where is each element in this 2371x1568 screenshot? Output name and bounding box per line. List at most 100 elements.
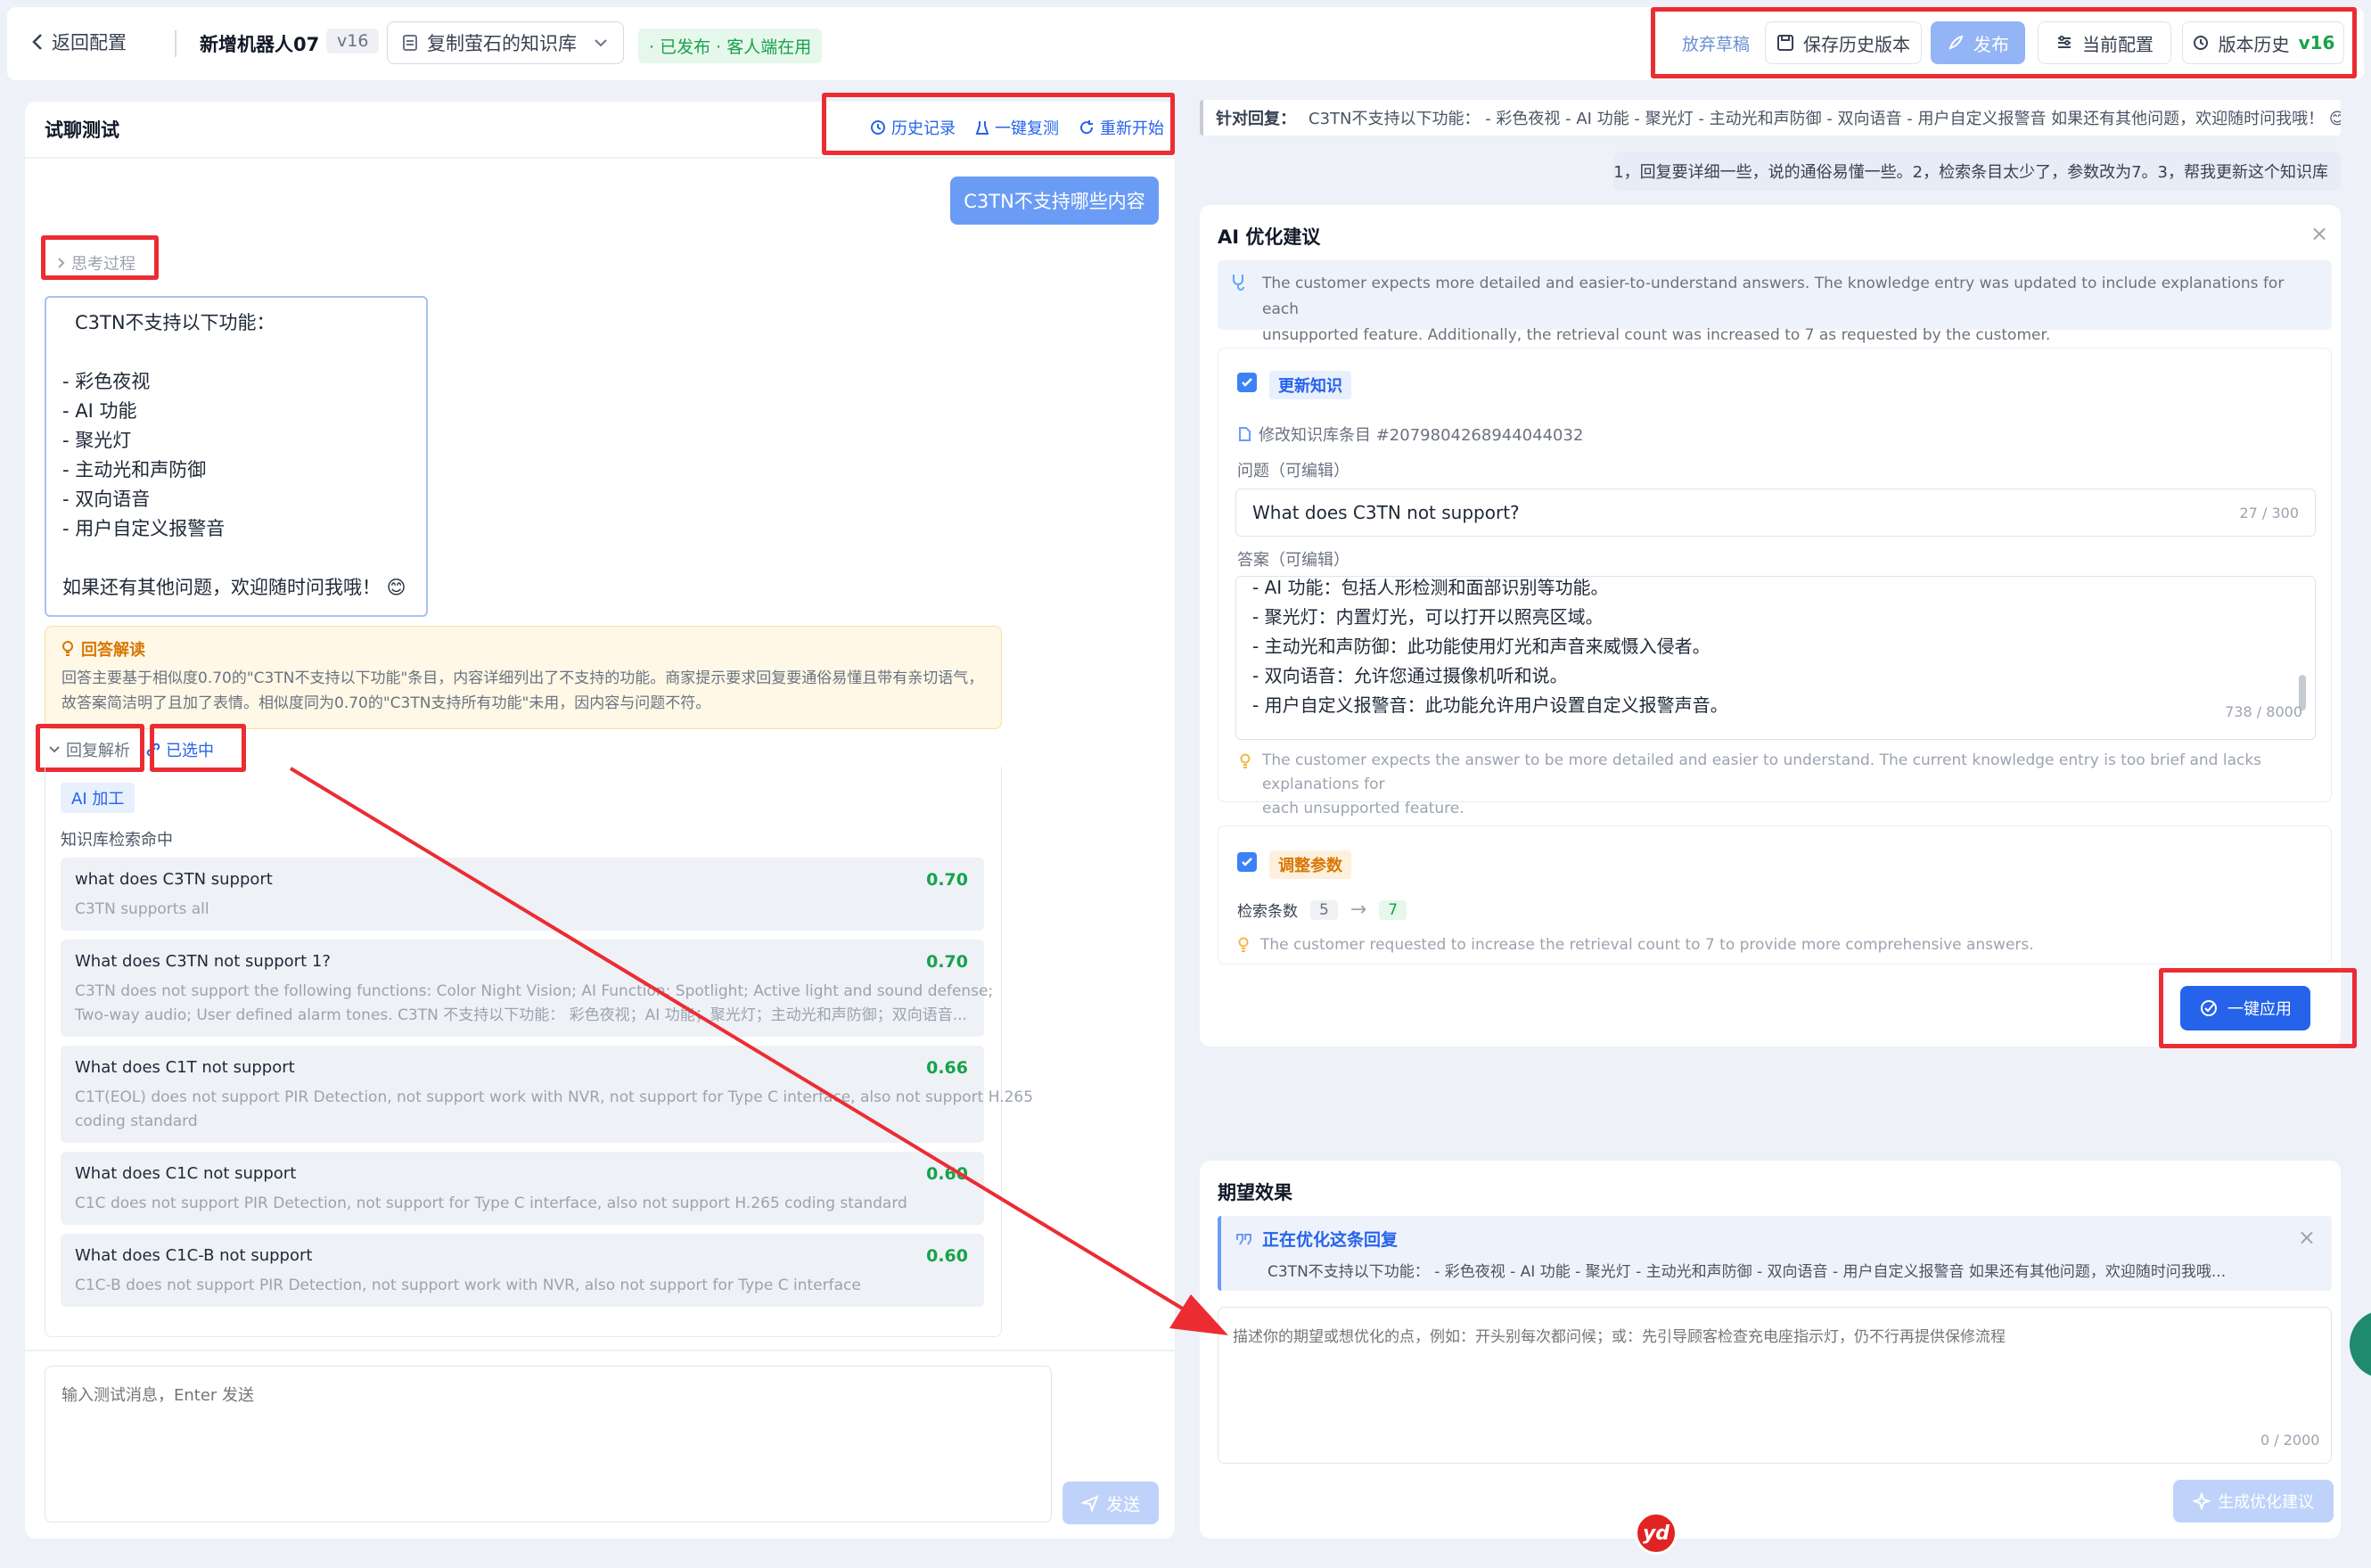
divider	[175, 30, 176, 57]
status-badge: · 已发布 · 客人端在用	[638, 29, 823, 63]
version-history-badge: v16	[2298, 32, 2335, 53]
back-button[interactable]: 返回配置	[30, 29, 127, 55]
optimizing-box: 正在优化这条回复 C3TN不支持以下功能： - 彩色夜视 - AI 功能 - 聚…	[1218, 1216, 2332, 1291]
send-button[interactable]: 发送	[1062, 1482, 1159, 1524]
ai-tag: AI 加工	[61, 783, 135, 813]
current-config-button[interactable]: 当前配置	[2038, 21, 2171, 64]
kb-hit-item[interactable]: What does C1C-B not support 0.60 C1C-B doe…	[61, 1234, 984, 1307]
bot-message-line: - 用户自定义报警音	[62, 518, 226, 539]
thinking-label: 思考过程	[71, 255, 135, 274]
question-value: What does C3TN not support?	[1252, 502, 1520, 523]
kb-hit-item[interactable]: What does C3TN not support 1? 0.70 C3TN do…	[61, 940, 994, 1037]
bot-message-line: - 聚光灯	[62, 430, 132, 451]
publish-button[interactable]: 发布	[1931, 21, 2025, 64]
expect-input[interactable]	[1218, 1307, 2332, 1464]
scrollbar[interactable]	[2299, 589, 2306, 714]
retrieval-count-old: 5	[1310, 899, 1338, 920]
ai-summary: The customer expects more detailed and e…	[1218, 260, 2332, 344]
bot-message: C3TN不支持以下功能： - 彩色夜视 - AI 功能 - 聚光灯 - 主动光和声防御…	[45, 296, 428, 617]
bot-name: 新增机器人07	[200, 34, 320, 55]
answer-label: 答案（可编辑）	[1237, 551, 1350, 570]
kb-select-value: 复制萤石的知识库	[427, 33, 577, 54]
generate-button[interactable]: 生成优化建议	[2173, 1480, 2334, 1523]
discard-draft-button[interactable]: 放弃草稿	[1669, 21, 1763, 64]
bot-message-line: - 主动光和声防御	[62, 459, 207, 480]
refresh-icon	[1080, 120, 1094, 135]
kb-entry-text: 修改知识库条目 #2079804268944044032	[1259, 426, 1584, 445]
bot-message-line: 如果还有其他问题，欢迎随时问我哦！ 😊	[62, 577, 406, 598]
apply-button[interactable]: 一键应用	[2180, 986, 2310, 1030]
retest-label: 一键复测	[995, 119, 1059, 138]
analysis-toggle[interactable]: 回复解析	[48, 738, 130, 761]
kb-hit-answer-line: C3TN supports all	[75, 900, 209, 918]
apply-label: 一键应用	[2227, 1000, 2292, 1019]
current-config-label: 当前配置	[2082, 33, 2154, 55]
ai-summary-line: unsupported feature. Additionally, the r…	[1262, 326, 2051, 344]
kb-hits-label: 知识库检索命中	[61, 831, 173, 850]
kb-hit-question: What does C1C not support	[75, 1164, 297, 1183]
database-icon	[403, 35, 417, 51]
kb-hit-answer-line: coding standard	[75, 1112, 198, 1130]
ai-summary-line: The customer expects more detailed and e…	[1262, 275, 2285, 318]
answer-field[interactable]: - AI 功能：包括人形检测和面部识别等功能。 - 聚光灯：内置灯光，可以打开以照…	[1235, 576, 2316, 740]
flask-icon	[975, 121, 989, 135]
params-title: 调整参数	[1269, 850, 1351, 879]
close-icon[interactable]: ×	[2298, 1225, 2316, 1250]
update-reason-line: The customer expects the answer to be mo…	[1262, 751, 2262, 793]
chat-title: 试聊测试	[45, 119, 119, 141]
kb-hit-score: 0.70	[926, 870, 968, 890]
answer-line: - 聚光灯：内置灯光，可以打开以照亮区域。	[1252, 606, 1604, 628]
params-reason: The customer requested to increase the r…	[1237, 936, 2034, 954]
history-label: 历史记录	[891, 119, 956, 138]
kb-select[interactable]: 复制萤石的知识库	[387, 21, 624, 64]
bulb-icon	[62, 641, 73, 656]
params-checkbox[interactable]	[1237, 852, 1257, 872]
sparkle-icon	[2193, 1492, 2211, 1510]
target-label: 针对回复：	[1216, 110, 1296, 128]
watermark-logo: yd	[1635, 1512, 1678, 1555]
bot-message-line	[62, 544, 426, 573]
chat-input[interactable]	[45, 1366, 1052, 1523]
kb-hit-question: what does C3TN support	[75, 870, 273, 889]
version-tag: v16	[326, 29, 380, 53]
thinking-toggle[interactable]: 思考过程	[57, 251, 135, 275]
sliders-icon	[2058, 36, 2071, 48]
update-kb-checkbox[interactable]	[1237, 373, 1257, 392]
kb-hit-answer-line: C1C-B does not support PIR Detection, no…	[75, 1277, 861, 1294]
chevron-left-icon	[32, 34, 42, 50]
kb-hit-answer-line: C1T(EOL) does not support PIR Detection,…	[75, 1088, 1034, 1106]
interpretation-text: 回答主要基于相似度0.70的"C3TN不支持以下功能"条目，内容详细列出了不支持…	[62, 669, 984, 712]
save-history-button[interactable]: 保存历史版本	[1765, 21, 1922, 64]
answer-line: - 双向语音：允许您通过摄像机听和说。	[1252, 665, 1568, 686]
kb-hit-answer-line: C3TN does not support the following func…	[75, 982, 994, 1000]
bulb-icon	[1240, 753, 1251, 768]
user-message: C3TN不支持哪些内容	[950, 177, 1159, 225]
interpretation-title: 回答解读	[81, 641, 145, 660]
interpretation-box: 回答解读 回答主要基于相似度0.70的"C3TN不支持以下功能"条目，内容详细列…	[45, 626, 1002, 729]
bulb-icon	[1238, 937, 1249, 952]
generate-label: 生成优化建议	[2218, 1493, 2314, 1512]
restart-button[interactable]: 重新开始	[1079, 116, 1164, 139]
answer-count: 738 / 8000	[2225, 703, 2302, 720]
question-field[interactable]: What does C3TN not support? 27 / 300	[1235, 488, 2316, 537]
kb-hit-score: 0.66	[926, 1058, 968, 1078]
bot-message-line: - AI 功能	[62, 400, 137, 422]
kb-hit-item[interactable]: What does C1C not support 0.60 C1C does no…	[61, 1152, 984, 1225]
bot-message-text: C3TN不支持以下功能： - 彩色夜视 - AI 功能 - 聚光灯 - 主动光和声防御…	[46, 298, 426, 603]
close-icon[interactable]: ×	[2310, 221, 2328, 246]
selected-indicator[interactable]: 已选中	[146, 738, 214, 761]
send-icon	[1080, 1495, 1099, 1512]
check-icon	[1242, 858, 1252, 866]
history-button[interactable]: 历史记录	[870, 116, 956, 139]
question-count: 27 / 300	[2239, 504, 2299, 521]
divider	[25, 157, 1175, 159]
kb-hit-question: What does C1T not support	[75, 1058, 295, 1077]
kb-hit-item[interactable]: what does C3TN support 0.70 C3TN supports …	[61, 858, 984, 931]
arrow-right-icon: →	[1350, 899, 1367, 921]
kb-hit-item[interactable]: What does C1T not support 0.66 C1T(EOL) do…	[61, 1046, 1034, 1143]
selected-label: 已选中	[166, 742, 214, 760]
floating-assistant-button[interactable]	[2350, 1310, 2371, 1378]
retest-button[interactable]: 一键复测	[975, 116, 1059, 139]
update-reason-line: each unsupported feature.	[1262, 800, 1464, 817]
version-history-button[interactable]: 版本历史 v16	[2182, 21, 2344, 64]
